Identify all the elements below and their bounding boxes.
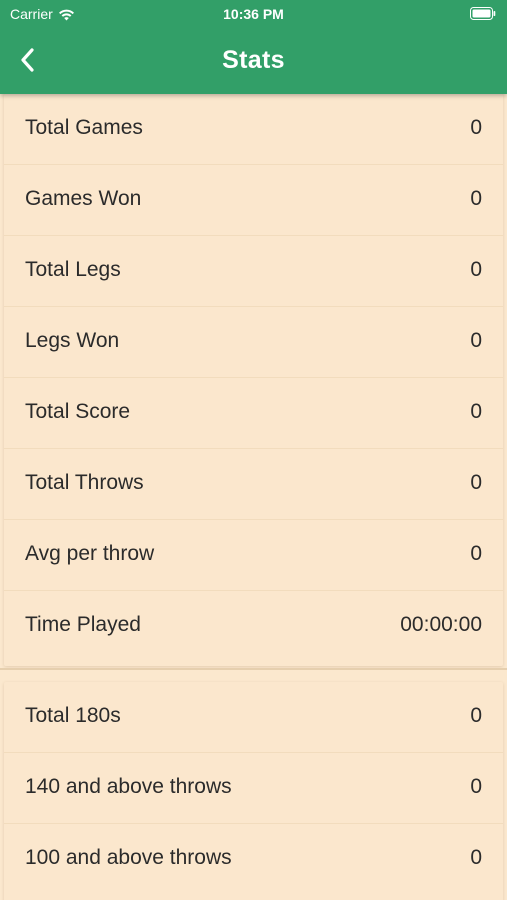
stat-label: Total Games [25,116,143,139]
stat-row-games-won: Games Won 0 [4,165,503,236]
stat-value: 0 [470,329,482,352]
navigation-bar: Stats [0,28,507,94]
stat-row-100-and-above: 100 and above throws 0 [4,824,503,895]
stat-label: Games Won [25,187,142,210]
stat-row-140-and-above: 140 and above throws 0 [4,753,503,824]
stat-row-total-score: Total Score 0 [4,378,503,449]
stat-row-total-legs: Total Legs 0 [4,236,503,307]
stat-label: Time Played [25,613,141,636]
status-time: 10:36 PM [223,6,284,22]
battery-icon [470,7,496,20]
stat-value: 0 [470,116,482,139]
stat-row-total-180s: Total 180s 0 [4,682,503,753]
status-bar: Carrier 10:36 PM [0,0,507,28]
stat-label: Total Throws [25,471,144,494]
stat-value: 0 [470,471,482,494]
stat-value: 0 [470,846,482,869]
stat-row-total-throws: Total Throws 0 [4,449,503,520]
stats-content[interactable]: Total Games 0 Games Won 0 Total Legs 0 L… [0,94,507,900]
stat-label: Total 180s [25,704,121,727]
stats-card-throws: Total 180s 0 140 and above throws 0 100 … [4,682,503,900]
stat-label: Total Score [25,400,131,423]
stat-value: 0 [470,704,482,727]
app-header: Carrier 10:36 PM Stats [0,0,507,94]
page-title: Stats [222,46,285,74]
stat-label: Avg per throw [25,542,155,565]
stat-row-avg-per-throw: Avg per throw 0 [4,520,503,591]
stat-row-legs-won: Legs Won 0 [4,307,503,378]
stat-label: 100 and above throws [25,846,232,869]
stat-value: 00:00:00 [400,613,482,636]
stat-label: Legs Won [25,329,120,352]
stat-value: 0 [470,258,482,281]
stat-row-total-games: Total Games 0 [4,94,503,165]
stat-value: 0 [470,775,482,798]
stat-value: 0 [470,542,482,565]
stat-label: Total Legs [25,258,121,281]
stat-value: 0 [470,187,482,210]
stat-value: 0 [470,400,482,423]
section-divider [0,668,507,670]
stats-card-general: Total Games 0 Games Won 0 Total Legs 0 L… [4,94,503,666]
stat-row-time-played: Time Played 00:00:00 [4,591,503,662]
stat-label: 140 and above throws [25,775,232,798]
